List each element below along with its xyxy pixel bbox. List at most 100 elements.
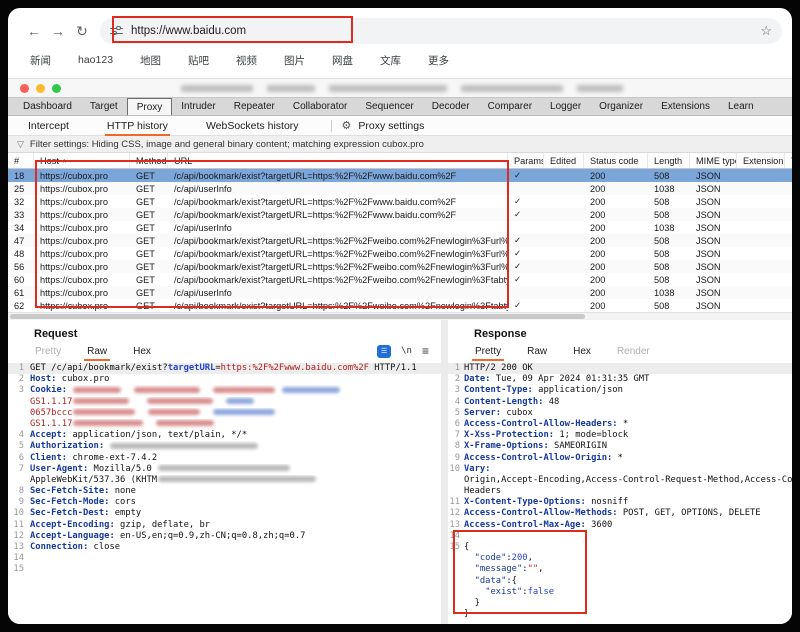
line-number [448,598,460,609]
line-number [448,564,460,575]
request-tab-hex[interactable]: Hex [132,344,152,359]
bookmark-item-hao123[interactable]: hao123 [78,54,113,66]
code-line: 9Access-Control-Allow-Origin: * [448,453,792,464]
response-tab-render[interactable]: Render [616,344,651,359]
tab-comparer[interactable]: Comparer [479,98,541,115]
inspector-toggle-icon[interactable]: ☰ [377,345,391,358]
burp-window: DashboardTargetProxyIntruderRepeaterColl… [8,78,792,624]
gear-icon[interactable]: ⚙ [342,119,352,132]
line-number [448,475,460,486]
back-icon[interactable]: ← [22,23,46,39]
request-tab-pretty[interactable]: Pretty [34,344,62,359]
table-row[interactable]: 25https://cubox.proGET/c/api/userInfo200… [8,182,792,195]
tab-organizer[interactable]: Organizer [590,98,652,115]
column-header-status-code[interactable]: Status code [584,153,648,168]
params-check-icon: ✓ [508,261,544,272]
tab-http-history[interactable]: HTTP history [105,117,170,135]
request-tab-raw[interactable]: Raw [86,344,108,359]
tab-proxy-settings[interactable]: Proxy settings [356,117,426,135]
table-row[interactable]: 48https://cubox.proGET/c/api/bookmark/ex… [8,247,792,260]
bookmark-item--[interactable]: 更多 [428,53,449,68]
filter-bar[interactable]: ▽ Filter settings: Hiding CSS, image and… [8,136,792,153]
column-header-edited[interactable]: Edited [544,153,584,168]
minimize-window-icon[interactable] [36,84,45,93]
scrollbar-thumb[interactable] [10,314,585,319]
show-newlines-icon[interactable]: \n [401,346,412,356]
line-number: 4 [8,430,24,441]
column-header-method[interactable]: Method [130,153,168,168]
column-header-extension[interactable]: Extension [737,153,785,168]
close-window-icon[interactable] [20,84,29,93]
bookmark-item--[interactable]: 视频 [236,53,257,68]
redacted-value [226,398,254,404]
code-line: 2Date: Tue, 09 Apr 2024 01:31:35 GMT [448,374,792,385]
params-check-icon: ✓ [508,170,544,181]
request-panel: Request PrettyRawHex ☰ \n ≡ 1GET /c/api/… [8,320,441,624]
response-pretty-content[interactable]: 1HTTP/2 200 OK2Date: Tue, 09 Apr 2024 01… [448,360,792,620]
code-line: "data":{ [448,576,792,587]
tab-repeater[interactable]: Repeater [225,98,284,115]
tab-intruder[interactable]: Intruder [172,98,224,115]
table-row[interactable]: 33https://cubox.proGET/c/api/bookmark/ex… [8,208,792,221]
request-raw-content[interactable]: 1GET /c/api/bookmark/exist?targetURL=htt… [8,360,441,576]
tab-websockets-history[interactable]: WebSockets history [204,117,301,135]
column-header-mime-type[interactable]: MIME type [690,153,737,168]
table-row[interactable]: 61https://cubox.proGET/c/api/userInfo200… [8,286,792,299]
address-bar[interactable]: https://www.baidu.com ☆ [100,18,782,44]
table-row[interactable]: 47https://cubox.proGET/c/api/bookmark/ex… [8,234,792,247]
forward-icon[interactable]: → [46,23,70,39]
url-text[interactable]: https://www.baidu.com [131,25,246,37]
bookmark-item--[interactable]: 图片 [284,53,305,68]
bookmark-item--[interactable]: 文库 [380,53,401,68]
tab-dashboard[interactable]: Dashboard [14,98,81,115]
table-row[interactable]: 60https://cubox.proGET/c/api/bookmark/ex… [8,273,792,286]
table-row[interactable]: 18https://cubox.proGET/c/api/bookmark/ex… [8,169,792,182]
bookmark-item--[interactable]: 新闻 [30,53,51,68]
editor-menu-icon[interactable]: ≡ [422,344,429,358]
message-editors: Request PrettyRawHex ☰ \n ≡ 1GET /c/api/… [8,320,792,624]
response-tab-hex[interactable]: Hex [572,344,592,359]
subtab-divider [331,120,332,132]
tab-collaborator[interactable]: Collaborator [284,98,356,115]
tab-learn[interactable]: Learn [719,98,763,115]
line-number: 11 [448,497,460,508]
bookmarks-bar: 新闻 hao123 地图 贴吧 视频 图片 网盘 文库 更多 [8,48,792,72]
bookmark-item--[interactable]: 网盘 [332,53,353,68]
table-row[interactable]: 56https://cubox.proGET/c/api/bookmark/ex… [8,260,792,273]
column-header-host[interactable]: Host∧ [34,153,130,168]
response-tab-pretty[interactable]: Pretty [474,344,502,359]
code-line: GS1.1.17 [8,419,441,430]
tab-logger[interactable]: Logger [541,98,590,115]
table-row[interactable]: 62https://cubox.proGET/c/api/bookmark/ex… [8,299,792,312]
line-number: 15 [8,564,24,575]
table-row[interactable]: 34https://cubox.proGET/c/api/userInfo200… [8,221,792,234]
line-number: 15 [448,542,460,553]
redacted-value [158,476,316,482]
table-row[interactable]: 32https://cubox.proGET/c/api/bookmark/ex… [8,195,792,208]
column-header-length[interactable]: Length [648,153,690,168]
site-settings-icon[interactable] [110,25,123,38]
tab-intercept[interactable]: Intercept [26,117,71,135]
response-tab-raw[interactable]: Raw [526,344,548,359]
tab-sequencer[interactable]: Sequencer [356,98,422,115]
tab-extensions[interactable]: Extensions [652,98,719,115]
tab-target[interactable]: Target [81,98,127,115]
sort-asc-icon: ∧ [62,157,67,165]
code-line: 10Sec-Fetch-Dest: empty [8,508,441,519]
tab-proxy[interactable]: Proxy [127,98,173,115]
tab-decoder[interactable]: Decoder [423,98,479,115]
zoom-window-icon[interactable] [52,84,61,93]
panel-splitter[interactable] [441,320,448,624]
bookmark-item--[interactable]: 地图 [140,53,161,68]
params-check-icon: ✓ [508,196,544,207]
bookmark-item--[interactable]: 贴吧 [188,53,209,68]
reload-icon[interactable]: ↻ [70,23,94,40]
bookmark-star-icon[interactable]: ☆ [760,23,772,39]
column-header-num[interactable]: # [8,153,34,168]
line-number: 12 [448,508,460,519]
column-header-t[interactable]: T [785,153,792,168]
response-panel: Response PrettyRawHexRender 1HTTP/2 200 … [448,320,792,624]
column-header-params[interactable]: Params [508,153,544,168]
line-number: 1 [8,363,24,374]
column-header-url[interactable]: URL [168,153,508,168]
